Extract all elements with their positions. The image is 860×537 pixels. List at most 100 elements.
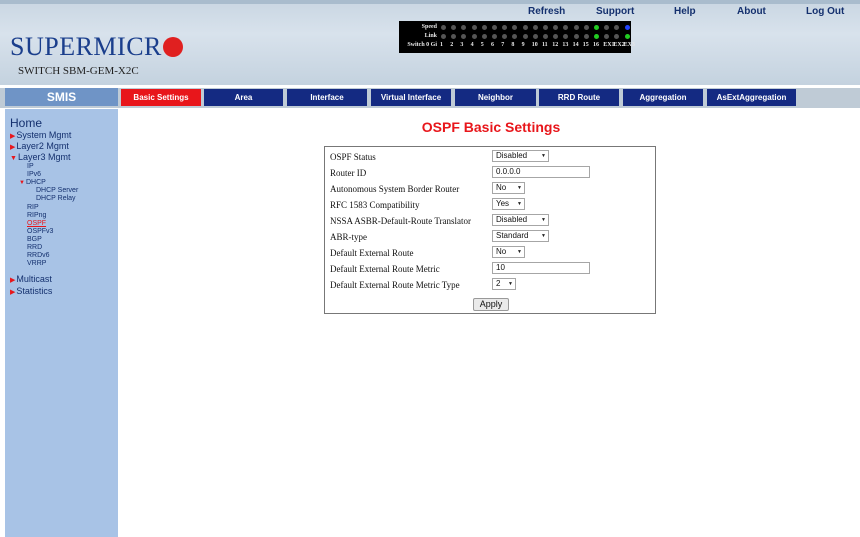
speed-led — [451, 25, 457, 30]
default-external-metric-type-label: Default External Route Metric Type — [330, 280, 460, 290]
speed-label: Speed — [421, 24, 437, 30]
sidebar-item-system-mgmt[interactable]: ▶System Mgmt — [10, 130, 71, 140]
link-led — [573, 34, 579, 39]
support-link[interactable]: Support — [596, 6, 634, 17]
default-external-metric-input[interactable]: 10 — [492, 262, 590, 274]
sidebar-item-bgp[interactable]: BGP — [27, 236, 42, 243]
port-number: 14 — [572, 42, 579, 48]
sidebar-home[interactable]: Home — [10, 116, 42, 130]
sidebar-item-vrrp[interactable]: VRRP — [27, 260, 46, 267]
speed-led — [543, 25, 548, 30]
select-value: Yes — [496, 199, 510, 208]
tab-area[interactable]: Area — [204, 89, 283, 106]
speed-led — [583, 25, 589, 30]
abr-type-select[interactable]: Standard ▼ — [492, 230, 549, 242]
default-external-metric-type-select[interactable]: 2 ▼ — [492, 278, 516, 290]
sidebar-item-ipv6[interactable]: IPv6 — [27, 171, 41, 178]
switch-model-name: SWITCH SBM-GEM-X2C — [18, 65, 139, 77]
port-number: 6 — [491, 42, 494, 48]
sidebar-item-label: DHCP — [25, 179, 46, 186]
sidebar-item-label: Statistics — [16, 286, 53, 296]
about-link[interactable]: About — [737, 6, 766, 17]
port-status-panel: Speed Link Switch 0 Gi 1 2 3 4 5 6 7 8 9 10 11 12 13… — [399, 21, 635, 53]
select-value: 2 — [496, 279, 501, 288]
ospf-status-select[interactable]: Disabled ▼ — [492, 150, 549, 162]
sidebar-item-rip[interactable]: RIP — [27, 204, 39, 211]
sidebar-item-label: Layer3 Mgmt — [17, 152, 71, 162]
tab-asext-aggregation[interactable]: AsExtAggregation — [707, 89, 796, 106]
port-number: 10 — [531, 42, 538, 48]
sidebar-item-rrd[interactable]: RRD — [27, 244, 42, 251]
logout-link[interactable]: Log Out — [806, 6, 844, 17]
speed-led — [461, 25, 467, 30]
port-number: EX3 — [623, 42, 635, 48]
port-number: 4 — [470, 42, 474, 48]
speed-led — [553, 25, 559, 30]
sidebar-item-rrdv6[interactable]: RRDv6 — [27, 252, 50, 259]
speed-led — [573, 25, 579, 30]
port-number: 11 — [542, 42, 548, 48]
dropdown-arrow-icon: ▼ — [508, 281, 513, 287]
sidebar-item-ripng[interactable]: RIPng — [27, 212, 46, 219]
speed-led — [532, 25, 538, 30]
sidebar-item-statistics[interactable]: ▶Statistics — [10, 286, 52, 296]
port-number: 7 — [501, 42, 505, 48]
apply-button[interactable]: Apply — [473, 298, 509, 311]
refresh-link[interactable]: Refresh — [528, 6, 565, 17]
sidebar-item-multicast[interactable]: ▶Multicast — [10, 274, 52, 284]
tab-neighbor[interactable]: Neighbor — [455, 89, 536, 106]
dropdown-arrow-icon: ▼ — [517, 185, 522, 191]
tab-interface[interactable]: Interface — [287, 89, 367, 106]
select-value: No — [496, 247, 507, 256]
port-number: 15 — [582, 42, 589, 48]
asbr-select[interactable]: No ▼ — [492, 182, 525, 194]
port-number: 5 — [480, 42, 484, 48]
speed-led — [624, 25, 630, 30]
link-led — [583, 34, 589, 39]
sidebar-item-layer3-mgmt[interactable]: ▼Layer3 Mgmt — [10, 152, 70, 162]
dropdown-arrow-icon: ▼ — [517, 201, 522, 207]
ports-label: Switch 0 Gi — [407, 42, 437, 48]
link-led — [481, 34, 487, 39]
nssa-translator-select[interactable]: Disabled ▼ — [492, 214, 549, 226]
sidebar-item-dhcp-relay[interactable]: DHCP Relay — [36, 195, 76, 202]
link-row: Link — [403, 32, 630, 41]
rfc1583-select[interactable]: Yes ▼ — [492, 198, 525, 210]
dropdown-arrow-icon: ▼ — [541, 153, 546, 159]
ospf-status-label: OSPF Status — [330, 152, 376, 162]
sidebar-item-ospfv3[interactable]: OSPFv3 — [27, 228, 53, 235]
port-number: 3 — [460, 42, 464, 48]
port-number: 12 — [552, 42, 559, 48]
link-led — [553, 34, 559, 39]
speed-led — [492, 25, 497, 30]
port-number-row: Switch 0 Gi 1 2 3 4 5 6 7 8 9 10 11 12 13 14 15 16 EX1 EX… — [403, 41, 635, 50]
port-number: 8 — [511, 42, 515, 48]
sidebar-item-layer2-mgmt[interactable]: ▶Layer2 Mgmt — [10, 141, 69, 151]
router-id-input[interactable]: 0.0.0.0 — [492, 166, 590, 178]
sidebar-item-ip[interactable]: IP — [27, 163, 34, 170]
default-external-route-label: Default External Route — [330, 248, 414, 258]
sidebar-item-ospf[interactable]: OSPF — [27, 220, 46, 227]
sidebar-item-dhcp[interactable]: ▼DHCP — [19, 179, 46, 186]
link-led — [532, 34, 538, 39]
tab-aggregation[interactable]: Aggregation — [623, 89, 703, 106]
abr-type-label: ABR-type — [330, 232, 367, 242]
nssa-translator-label: NSSA ASBR-Default-Route Translator — [330, 216, 472, 226]
page-title: OSPF Basic Settings — [421, 119, 561, 135]
default-external-route-select[interactable]: No ▼ — [492, 246, 525, 258]
tab-rrd-route[interactable]: RRD Route — [539, 89, 619, 106]
caret-right-icon: ▶ — [10, 289, 16, 296]
tab-basic-settings[interactable]: Basic Settings — [121, 89, 201, 106]
link-led — [451, 34, 457, 39]
link-led — [441, 34, 446, 39]
dropdown-arrow-icon: ▼ — [541, 233, 546, 239]
help-link[interactable]: Help — [674, 6, 696, 17]
link-led — [594, 34, 599, 39]
tab-virtual-interface[interactable]: Virtual Interface — [371, 89, 451, 106]
sidebar-item-dhcp-server[interactable]: DHCP Server — [36, 187, 78, 194]
smis-section-title: SMIS — [5, 88, 118, 106]
sidebar-item-label: Layer2 Mgmt — [16, 141, 69, 151]
caret-right-icon: ▶ — [10, 133, 16, 140]
logo-o-dot — [162, 37, 183, 57]
caret-right-icon: ▶ — [10, 277, 16, 284]
